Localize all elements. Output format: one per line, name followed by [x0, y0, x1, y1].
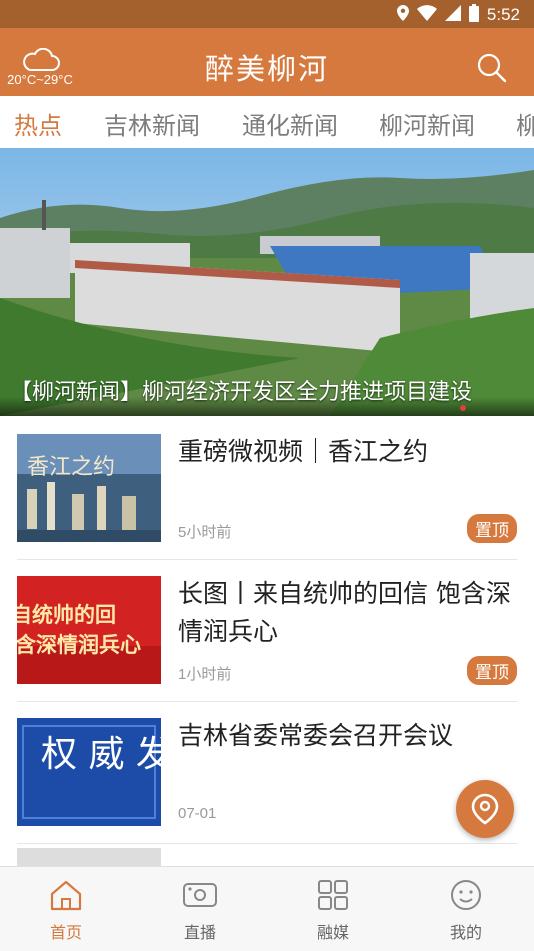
tab-tonghua-news[interactable]: 通化新闻	[242, 106, 338, 141]
home-icon	[50, 880, 82, 911]
smiley-icon	[451, 880, 481, 910]
pinned-badge-2: 置顶	[467, 656, 517, 685]
news-time-3: 07-01	[178, 805, 217, 822]
status-icons: 5:52	[396, 4, 520, 26]
video-camera-icon	[183, 883, 217, 907]
news-time-1: 5小时前	[178, 524, 232, 541]
status-bar: 5:52	[0, 0, 534, 28]
nav-home-label: 首页	[49, 923, 82, 942]
news-item-3[interactable]: 权 威 发 布 吉林省委常委会召开会议 07-01	[17, 701, 517, 844]
carousel-indicator	[460, 396, 471, 415]
banner-caption[interactable]: 【柳河新闻】柳河经济开发区全力推进项目建设	[10, 374, 528, 406]
tab-more[interactable]: 柳	[516, 106, 534, 141]
search-button[interactable]	[476, 52, 508, 88]
nav-live[interactable]: 直播	[160, 879, 240, 943]
news-title-3: 吉林省委常委会召开会议	[178, 721, 454, 750]
news-item-4-partial[interactable]	[17, 848, 161, 866]
category-tabs: 热点 吉林新闻 通化新闻 柳河新闻 柳	[0, 96, 534, 148]
nav-home[interactable]: 首页	[26, 879, 106, 943]
status-time: 5:52	[486, 5, 520, 24]
signal-icon	[444, 5, 461, 25]
news-thumbnail-2: 自统帅的回含深情润兵心	[17, 576, 161, 684]
app-title: 醉美柳河	[204, 52, 329, 86]
news-thumbnail-3: 权 威 发 布	[17, 718, 161, 826]
tab-jilin-news[interactable]: 吉林新闻	[104, 106, 200, 141]
news-item-2[interactable]: 自统帅的回含深情润兵心 长图丨来自统帅的回信 饱含深情润兵心 1小时前 置顶	[17, 559, 517, 702]
search-icon	[477, 53, 507, 83]
news-item-1[interactable]: 香江之约 重磅微视频｜香江之约 5小时前 置顶	[17, 417, 517, 560]
nav-profile[interactable]: 我的	[426, 879, 506, 943]
tab-liuhe-news[interactable]: 柳河新闻	[379, 106, 475, 141]
carousel-dot-active	[460, 405, 466, 411]
news-title-2: 长图丨来自统帅的回信 饱含深情润兵心	[178, 579, 511, 646]
grid-icon	[318, 880, 348, 910]
bottom-nav: 首页 直播 融媒 我的	[0, 866, 534, 951]
news-thumbnail-1: 香江之约	[17, 434, 161, 542]
thumb-text-1: 香江之约	[27, 455, 115, 480]
battery-icon	[468, 4, 479, 26]
thumb-text-3: 权 威 发 布	[41, 734, 161, 775]
news-title-1: 重磅微视频｜香江之约	[178, 437, 429, 466]
pinned-badge-1: 置顶	[467, 514, 517, 543]
location-icon	[396, 5, 409, 25]
tab-hot[interactable]: 热点	[14, 106, 62, 141]
nav-profile-label: 我的	[449, 923, 482, 942]
nav-media-label: 融媒	[316, 923, 349, 942]
wifi-icon	[416, 5, 437, 25]
app-bar: 20°C~29°C 醉美柳河	[0, 28, 534, 96]
nav-media[interactable]: 融媒	[293, 879, 373, 943]
news-time-2: 1小时前	[178, 666, 232, 683]
location-button[interactable]	[456, 780, 514, 838]
location-pin-icon	[471, 793, 499, 825]
nav-live-label: 直播	[183, 923, 216, 942]
